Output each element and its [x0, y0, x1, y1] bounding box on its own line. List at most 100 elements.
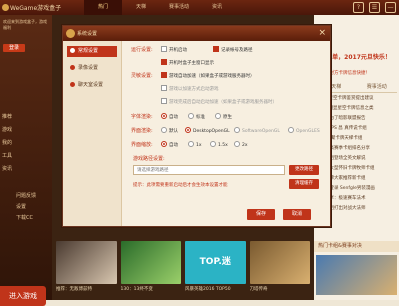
nav-chat-settings[interactable]: 聊天室设置 [67, 80, 117, 91]
restart-hint: 提示：此项需要重新启动后才会生效本设置才能 [133, 183, 228, 188]
scale-1x-radio[interactable]: 1x [188, 141, 202, 148]
game-path-input[interactable] [133, 165, 285, 175]
option-label: OpenGLES [296, 129, 320, 134]
thumbnail-strip: 推荐：无敌博兹特 130：13终不变 TOP.迷风暴英雄2016 TOP50 刀… [52, 241, 314, 300]
menu-icon[interactable]: ☰ [369, 2, 380, 13]
sidebar-submenu: 问题反馈 设置 下载CC [16, 191, 36, 224]
nav-tab-news[interactable]: 资讯 [198, 0, 236, 15]
sidebar-item[interactable]: 游戏 [2, 124, 12, 137]
nav-tab-hot[interactable]: 热门 [84, 0, 122, 15]
dialog-header: 系统设置 × [63, 26, 330, 41]
sidebar-menu: 推荐 游戏 我的 工具 资讯 [2, 111, 12, 176]
enter-game-button[interactable]: 进入游戏 [0, 286, 46, 306]
scale-auto-radio[interactable]: 自动 [161, 141, 178, 148]
radio-icon [210, 141, 216, 147]
thumb-image [56, 241, 117, 284]
render-default-radio[interactable]: 默认 [161, 127, 178, 134]
nav-label: 录像设置 [78, 65, 99, 71]
close-icon[interactable]: × [318, 28, 326, 38]
video-thumb[interactable]: 刀塔传奇 [249, 241, 310, 300]
help-icon[interactable]: ? [353, 2, 364, 13]
nav-tab-events[interactable]: 赛事活动 [160, 0, 198, 15]
app-title: WeGame游戏盒子 [10, 5, 62, 12]
option-label: 自动 [169, 143, 178, 148]
render-software-gl-radio[interactable]: SoftwareOpenGL [234, 127, 280, 134]
bullet-icon [70, 65, 75, 70]
sidebar-item[interactable]: 推荐 [2, 111, 12, 124]
feedback-link[interactable]: 问题反馈 [16, 191, 36, 202]
save-button[interactable]: 保存 [247, 209, 275, 220]
bullet-icon [70, 82, 75, 87]
radio-icon [288, 127, 294, 133]
remember-path-checkbox[interactable]: 记录帐号及路径 [213, 46, 253, 53]
font-native-radio[interactable]: 原生 [215, 113, 232, 120]
nav-tab-ladder[interactable]: 天梯 [122, 0, 160, 15]
app-titlebar: WeGame游戏盒子 热门 天梯 赛事活动 资讯 ? ☰ — [0, 0, 399, 15]
clear-cache-button[interactable]: 清理缓存 [289, 179, 319, 189]
option-label: 开机时盒子主窗口显示 [169, 61, 214, 66]
show-main-window-checkbox[interactable]: 开机时盒子主窗口显示 [161, 59, 214, 66]
nav-record-settings[interactable]: 录像设置 [67, 63, 117, 74]
radio-icon [188, 113, 194, 119]
tab-events[interactable]: 赛事活动 [357, 83, 398, 92]
post-game-accel-checkbox[interactable]: 游戏完成后自动启动加速（如果盒子或游戏服务器时） [161, 98, 277, 105]
sidebar-item[interactable]: 我的 [2, 137, 12, 150]
dialog-nav: 常规设置 录像设置 聊天室设置 [63, 41, 122, 226]
radio-icon [161, 113, 167, 119]
option-label: 记录帐号及路径 [221, 48, 253, 53]
option-label: 2x [242, 143, 248, 148]
render-gles-radio[interactable]: OpenGLES [288, 127, 320, 134]
user-greeting: 欢迎来到游戏盒子，游戏福利 [3, 19, 47, 30]
option-label: 开机启动 [169, 48, 187, 53]
path-label: 游戏路径设置: [133, 156, 165, 162]
logo-icon [66, 29, 75, 38]
option-label: 游戏自动加速（如果盒子或游戏服务器时） [169, 74, 255, 79]
video-thumb[interactable]: 推荐：无敌博兹特 [56, 241, 117, 300]
checkbox-icon [161, 59, 167, 65]
autostart-checkbox[interactable]: 开机启动 [161, 46, 187, 53]
accel-launch-checkbox[interactable]: 游戏以加速方式启动游戏 [161, 85, 219, 92]
cancel-button[interactable]: 取消 [283, 209, 311, 220]
sidebar-item[interactable]: 工具 [2, 150, 12, 163]
radio-icon [215, 113, 221, 119]
option-label: 1.5x [218, 143, 228, 148]
minimize-icon[interactable]: — [385, 2, 396, 13]
download-link[interactable]: 下载CC [16, 213, 36, 224]
thumb-caption: 刀塔传奇 [249, 287, 268, 292]
general-label: 运行设置: [131, 47, 153, 53]
font-standard-radio[interactable]: 标准 [188, 113, 205, 120]
option-label: 1x [196, 143, 202, 148]
sidebar-item[interactable]: 资讯 [2, 163, 12, 176]
sidebar: 欢迎来到游戏盒子，游戏福利 登录 推荐 游戏 我的 工具 资讯 问题反馈 设置 … [0, 15, 52, 306]
ui-scale-label: 界面缩放: [131, 142, 153, 148]
logo-icon [2, 4, 9, 11]
scale-2x-radio[interactable]: 2x [234, 141, 248, 148]
radio-icon [234, 127, 240, 133]
bullet-icon [70, 48, 75, 53]
video-thumb[interactable]: 130：13终不变 [120, 241, 181, 300]
settings-link[interactable]: 设置 [16, 202, 36, 213]
render-desktop-gl-radio[interactable]: DesktopOpenGL [185, 127, 230, 134]
option-label: 原生 [223, 115, 232, 120]
font-auto-radio[interactable]: 自动 [161, 113, 178, 120]
option-label: 自动 [169, 115, 178, 120]
option-label: SoftwareOpenGL [242, 129, 280, 134]
hot-image[interactable] [316, 255, 397, 295]
checkbox-icon [161, 72, 167, 78]
login-button[interactable]: 登录 [3, 44, 25, 52]
video-thumb[interactable]: TOP.迷风暴英雄2016 TOP50 [185, 241, 246, 300]
radio-icon [234, 141, 240, 147]
settings-dialog: 系统设置 × 常规设置 录像设置 聊天室设置 运行设置: 开机启动 记录帐号及路… [62, 25, 331, 227]
radio-icon [161, 141, 167, 147]
hot-section-header: 热门卡组&赛事对决 [314, 241, 399, 252]
thumb-image: TOP.迷 [185, 241, 246, 284]
auto-accel-checkbox[interactable]: 游戏自动加速（如果盒子或游戏服务器时） [161, 72, 255, 79]
checkbox-icon [161, 85, 167, 91]
nav-general-settings[interactable]: 常规设置 [67, 46, 117, 57]
radio-icon [188, 141, 194, 147]
change-path-button[interactable]: 更改路径 [289, 165, 319, 175]
font-render-label: 字体渲染: [131, 114, 153, 120]
checkbox-icon [213, 46, 219, 52]
thumb-caption: 风暴英雄2016 TOP50 [185, 287, 231, 292]
scale-1-5x-radio[interactable]: 1.5x [210, 141, 228, 148]
